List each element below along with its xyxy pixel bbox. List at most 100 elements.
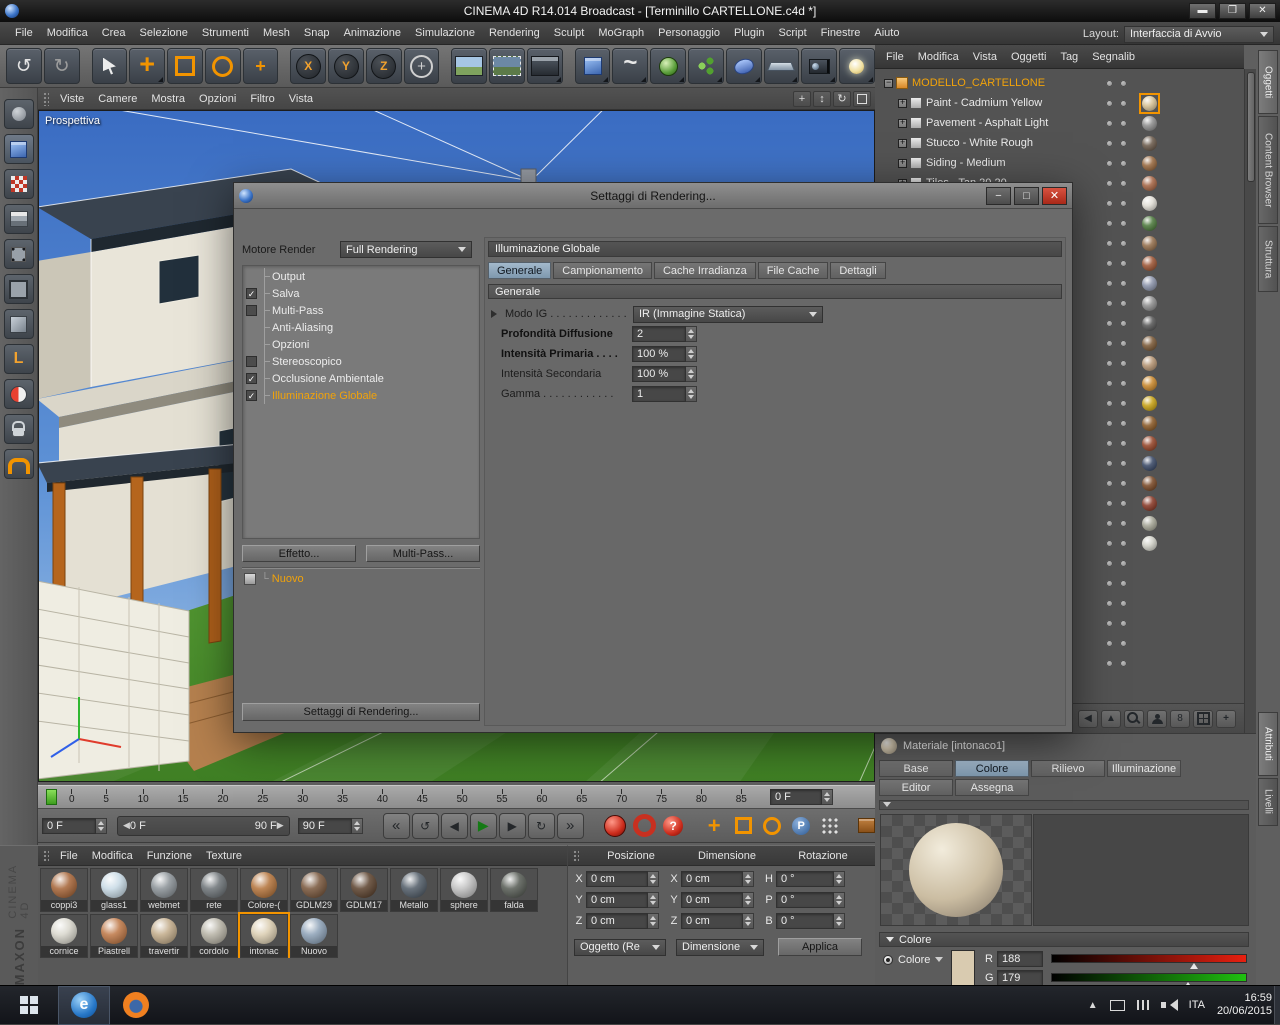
material-tag-icon[interactable] — [1142, 95, 1157, 111]
object-row[interactable]: Paint - Cadmium Yellow — [881, 93, 1048, 113]
viewport-menu-item[interactable]: Opzioni — [192, 93, 243, 105]
record-scale-icon[interactable] — [730, 813, 757, 839]
menu-item[interactable]: Personaggio — [651, 27, 727, 39]
expander-icon[interactable] — [898, 97, 907, 108]
scale-icon[interactable] — [167, 48, 203, 84]
material-tag-icon[interactable] — [1142, 255, 1157, 271]
primary-intensity-stepper[interactable] — [686, 346, 697, 362]
visibility-dots-icon[interactable] — [1103, 95, 1131, 111]
material-tag-icon[interactable] — [1142, 315, 1157, 331]
dialog-titlebar[interactable]: Settaggi di Rendering... − □ ✕ — [234, 183, 1072, 209]
visibility-dots-icon[interactable] — [1103, 415, 1131, 431]
add-generator-icon[interactable] — [650, 48, 687, 84]
ruler-frame-stepper[interactable] — [822, 789, 833, 805]
material-thumbnail[interactable]: Piastrell — [90, 914, 138, 958]
menu-item[interactable]: File — [8, 27, 40, 39]
material-thumbnail[interactable]: Colore-( — [240, 868, 288, 912]
tab-attributi[interactable]: Attributi — [1258, 712, 1278, 776]
apply-button[interactable]: Applica — [778, 938, 862, 956]
palette-handle[interactable] — [42, 849, 49, 862]
channel-value-field[interactable]: 188 — [997, 950, 1043, 967]
object-manager-menu-item[interactable]: File — [879, 51, 911, 63]
tab-content-browser[interactable]: Content Browser — [1258, 116, 1278, 224]
channel-slider[interactable] — [1051, 973, 1247, 988]
visibility-dots-icon[interactable] — [1103, 275, 1131, 291]
menu-item[interactable]: Crea — [95, 27, 133, 39]
orbit-icon[interactable] — [833, 90, 851, 107]
rotation-field[interactable]: 0 ° — [776, 892, 834, 908]
visibility-dots-icon[interactable] — [1103, 515, 1131, 531]
material-tag-icon[interactable] — [1142, 475, 1157, 491]
menu-item[interactable]: Finestre — [814, 27, 868, 39]
settings-tab[interactable]: Campionamento — [553, 262, 652, 279]
material-tag-icon[interactable] — [1142, 175, 1157, 191]
show-desktop-button[interactable] — [1274, 986, 1280, 1024]
material-thumbnail[interactable]: Metallo — [390, 868, 438, 912]
expander-icon[interactable] — [898, 117, 907, 128]
color-radio[interactable] — [883, 954, 893, 965]
position-field[interactable]: 0 cm — [586, 892, 648, 908]
record-position-icon[interactable] — [701, 813, 728, 839]
material-tab[interactable]: Base — [879, 760, 953, 777]
coordinate-system-icon[interactable] — [403, 48, 440, 84]
visibility-dots-icon[interactable] — [1103, 495, 1131, 511]
material-thumbnail[interactable]: coppi3 — [40, 868, 88, 912]
layers-mode-icon[interactable] — [3, 204, 34, 234]
material-tag-icon[interactable] — [1142, 395, 1157, 411]
search-icon[interactable] — [1124, 709, 1144, 728]
visibility-dots-icon[interactable] — [1103, 615, 1131, 631]
object-mode-dropdown[interactable]: Oggetto (Re — [574, 938, 666, 956]
render-setting-item[interactable]: Anti-Aliasing — [243, 319, 479, 336]
menu-item[interactable]: Animazione — [337, 27, 408, 39]
material-tag-icon[interactable] — [1142, 355, 1157, 371]
texture-axis-mode-icon[interactable] — [3, 379, 34, 409]
menu-item[interactable]: Mesh — [256, 27, 297, 39]
diffuse-depth-field[interactable]: 2 — [632, 326, 686, 342]
visibility-dots-icon[interactable] — [1103, 655, 1131, 671]
viewport-menu-item[interactable]: Mostra — [144, 93, 192, 105]
material-thumbnail[interactable]: GDLM17 — [340, 868, 388, 912]
visibility-dots-icon[interactable] — [1103, 355, 1131, 371]
menu-item[interactable]: Strumenti — [195, 27, 256, 39]
checkbox[interactable] — [246, 288, 257, 299]
visibility-dots-icon[interactable] — [1103, 75, 1131, 91]
material-tag-icon[interactable] — [1142, 515, 1157, 531]
material-thumbnail[interactable]: cordolo — [190, 914, 238, 958]
menu-item[interactable]: Snap — [297, 27, 337, 39]
material-thumbnail[interactable]: GDLM29 — [290, 868, 338, 912]
record-parameter-icon[interactable] — [788, 813, 815, 839]
layer-count-badge[interactable]: 8 — [1170, 709, 1190, 728]
position-stepper[interactable] — [648, 892, 659, 908]
expander-icon[interactable] — [898, 157, 907, 168]
material-thumbnail[interactable]: intonac — [238, 912, 290, 958]
material-thumbnail[interactable]: webmet — [140, 868, 188, 912]
material-thumbnail[interactable]: cornice — [40, 914, 88, 958]
model-mode-icon[interactable] — [3, 134, 34, 164]
last-tool-icon[interactable] — [242, 48, 279, 84]
materials-menu-item[interactable]: Modifica — [85, 850, 140, 862]
material-tab[interactable]: Rilievo — [1031, 760, 1105, 777]
visibility-dots-icon[interactable] — [1103, 535, 1131, 551]
add-array-icon[interactable] — [688, 48, 724, 84]
object-manager-scrollbar[interactable] — [1244, 69, 1256, 733]
visibility-dots-icon[interactable] — [1103, 235, 1131, 251]
make-editable-icon[interactable] — [3, 99, 34, 129]
end-frame-stepper[interactable] — [351, 817, 363, 834]
settings-tab[interactable]: Cache Irradianza — [653, 262, 756, 279]
range-right-arrow-icon[interactable]: ▶ — [277, 820, 284, 831]
menu-item[interactable]: Rendering — [482, 27, 547, 39]
material-tag-icon[interactable] — [1142, 295, 1157, 311]
object-manager-menu-item[interactable]: Oggetti — [1004, 51, 1053, 63]
restore-button[interactable]: ❐ — [1219, 3, 1246, 19]
rotate-icon[interactable] — [204, 48, 241, 84]
toggle-view-icon[interactable] — [853, 90, 871, 107]
effect-button[interactable]: Effetto... — [242, 545, 356, 562]
primary-intensity-field[interactable]: 100 % — [632, 346, 686, 362]
size-field[interactable]: 0 cm — [681, 892, 743, 908]
visibility-dots-icon[interactable] — [1103, 295, 1131, 311]
keyframe-selection-icon[interactable] — [660, 813, 687, 839]
menu-item[interactable]: Selezione — [133, 27, 195, 39]
material-tag-icon[interactable] — [1142, 195, 1157, 211]
settings-tab[interactable]: Dettagli — [830, 262, 886, 279]
add-deformer-icon[interactable] — [725, 48, 762, 84]
